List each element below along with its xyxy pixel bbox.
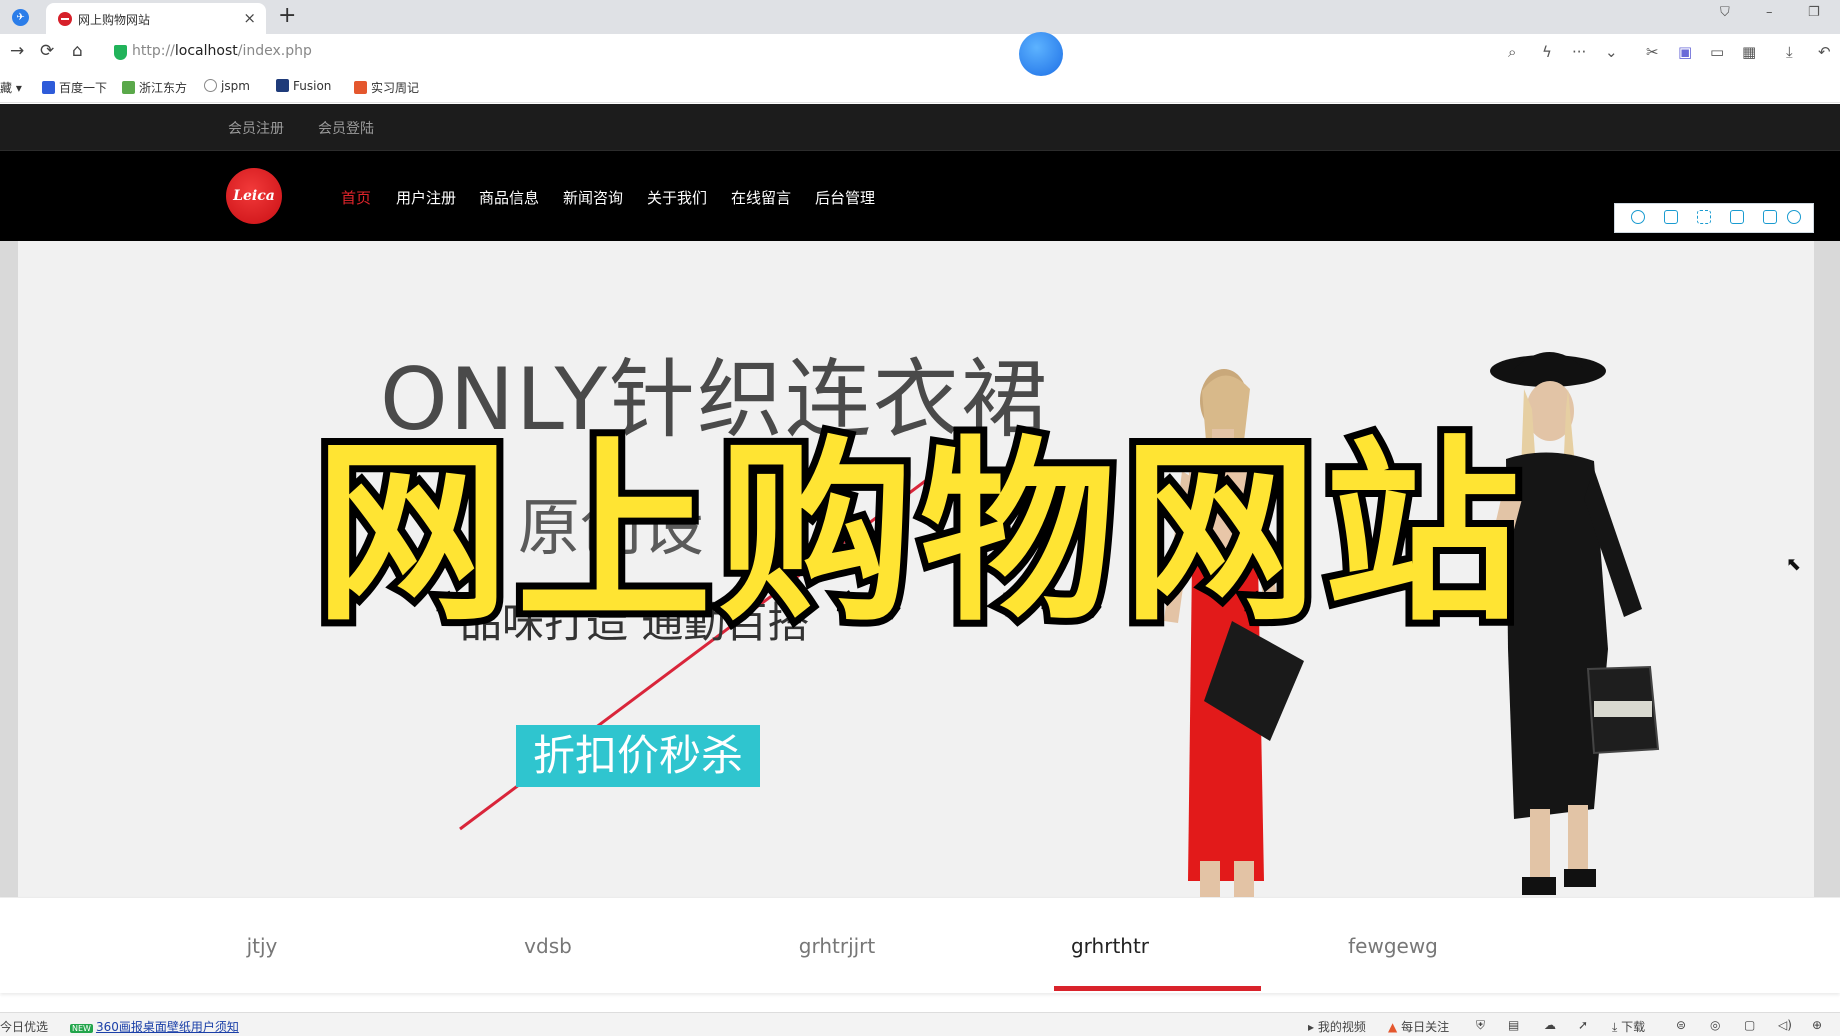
minimize-icon[interactable]: – (1766, 5, 1773, 20)
bookmark-item[interactable]: Fusion (276, 79, 331, 93)
bookmark-item[interactable]: jspm (204, 79, 250, 93)
nav-admin[interactable]: 后台管理 (815, 187, 875, 208)
status-notice[interactable]: NEW 360画报桌面壁纸用户须知 (70, 1018, 239, 1035)
bookmark-label: jspm (221, 79, 250, 93)
undo-icon[interactable]: ↶ (1818, 43, 1831, 61)
floating-assistant-ball[interactable] (1019, 32, 1063, 76)
home-icon[interactable]: ⌂ (72, 41, 83, 61)
capture-icon[interactable] (1631, 210, 1645, 224)
status-item-label: 我的视频 (1317, 1020, 1366, 1034)
browser-tab-active[interactable]: 网上购物网站 × (46, 3, 266, 34)
nav-message[interactable]: 在线留言 (731, 187, 791, 208)
share-icon[interactable] (1763, 210, 1777, 224)
download-icon[interactable]: ⤓ (1786, 43, 1793, 61)
save-icon[interactable] (1730, 210, 1744, 224)
secure-shield-icon (114, 45, 127, 60)
cloud-icon[interactable]: ☁ (1544, 1018, 1556, 1032)
more-icon[interactable]: ··· (1572, 43, 1586, 61)
settings-gear-icon[interactable] (1787, 210, 1801, 224)
carousel-tab-active[interactable]: grhrthtr (1071, 934, 1149, 958)
status-my-videos[interactable]: ▸ 我的视频 (1308, 1018, 1366, 1035)
nav-about[interactable]: 关于我们 (647, 187, 707, 208)
bookmark-label: 浙江东方 (139, 81, 188, 95)
carousel-tab[interactable]: grhtrjjrt (799, 934, 875, 958)
nav-news[interactable]: 新闻咨询 (563, 187, 623, 208)
volume-icon[interactable]: ◁) (1778, 1018, 1792, 1032)
bookmark-item[interactable]: 藏 ▾ (0, 79, 22, 96)
notebook-icon (354, 81, 367, 94)
browser-tab-bar: ✈ 网上购物网站 × + ⛉ – ❐ (0, 0, 1840, 34)
status-daily-focus[interactable]: ▲ 每日关注 (1388, 1018, 1449, 1035)
nav-products[interactable]: 商品信息 (479, 187, 539, 208)
reload-icon[interactable]: ⟳ (40, 41, 54, 61)
flame-icon: ▲ (1388, 1020, 1398, 1034)
window-icon[interactable]: ▭ (1710, 43, 1724, 61)
bookmark-item[interactable]: 浙江东方 (122, 79, 187, 96)
grid-apps-icon[interactable]: ▦ (1742, 43, 1756, 61)
nav-user-register[interactable]: 用户注册 (396, 187, 456, 208)
site-top-bar: 会员注册 会员登陆 (0, 104, 1840, 151)
lightning-icon[interactable]: ϟ (1542, 43, 1552, 61)
scissors-icon[interactable]: ✂ (1646, 43, 1659, 61)
notice-link[interactable]: 360画报桌面壁纸用户须知 (96, 1020, 239, 1034)
bookmark-label: 藏 (0, 81, 13, 95)
member-login-link[interactable]: 会员登陆 (318, 118, 374, 138)
screenshot-mini-toolbar (1614, 203, 1814, 233)
url-path: /index.php (237, 43, 312, 59)
status-left-text[interactable]: 今日优选 (0, 1018, 48, 1035)
bookmark-image-icon (122, 81, 135, 94)
globe-icon (204, 79, 217, 92)
new-tab-button[interactable]: + (278, 3, 296, 28)
bookmark-label: Fusion (293, 79, 332, 93)
fusion-logo-icon (276, 79, 289, 92)
bookmark-label: 百度一下 (59, 81, 108, 95)
mouse-cursor-icon: ⬉ (1786, 554, 1802, 575)
new-badge: NEW (70, 1024, 93, 1033)
url-host: localhost (174, 43, 238, 59)
bookmarks-bar: 藏 ▾ 百度一下 浙江东方 jspm Fusion 实习周记 (0, 70, 1840, 103)
bookmark-item[interactable]: 百度一下 (42, 79, 107, 96)
status-download[interactable]: ⤓ 下载 (1612, 1018, 1645, 1035)
url-input[interactable]: http://localhost/index.php (132, 43, 312, 59)
status-item-label: 每日关注 (1401, 1020, 1450, 1034)
url-prefix: http:// (132, 43, 175, 59)
zoom-icon[interactable]: ⌕ (1508, 43, 1516, 61)
tab-title: 网上购物网站 (78, 13, 151, 27)
promo-flash-sale-badge[interactable]: 折扣价秒杀 (516, 725, 760, 787)
carousel-active-indicator (1054, 986, 1261, 991)
member-register-link[interactable]: 会员注册 (228, 118, 284, 138)
chevron-down-icon[interactable]: ⌄ (1605, 43, 1618, 61)
address-bar-row: → ⟳ ⌂ http://localhost/index.php ⌕ ϟ ···… (0, 34, 1840, 70)
site-logo[interactable]: Leica (226, 168, 282, 224)
expand-icon[interactable] (1697, 210, 1711, 224)
back-arrow-icon[interactable]: → (10, 41, 24, 61)
hero-banner[interactable]: ONLY针织连衣裙 原创设 品味打造 通勤百搭 折扣价秒杀 网上购物网站 (0, 241, 1840, 897)
tab-close-icon[interactable]: × (243, 9, 256, 27)
browser-icon[interactable]: ◎ (1710, 1018, 1720, 1032)
bookmark-label: 实习周记 (371, 81, 420, 95)
status-item-label: 下载 (1621, 1020, 1646, 1034)
tshirt-skin-icon[interactable]: ⛉ (1720, 5, 1730, 20)
site-favicon-icon (58, 12, 72, 26)
carousel-tab-strip: jtjy vdsb grhtrjjrt grhrthtr fewgewg (0, 897, 1840, 993)
bookmark-panel-icon[interactable]: ▣ (1678, 43, 1692, 61)
copy-icon[interactable] (1664, 210, 1678, 224)
rocket-icon[interactable]: ➚ (1578, 1018, 1588, 1032)
browser-app-icon[interactable]: ✈ (12, 9, 29, 26)
carousel-tab[interactable]: fewgewg (1348, 934, 1438, 958)
nav-home[interactable]: 首页 (341, 187, 371, 208)
shield-icon[interactable]: ⛨ (1476, 1018, 1485, 1033)
site-nav-bar: Leica 首页 用户注册 商品信息 新闻咨询 关于我们 在线留言 后台管理 (0, 151, 1840, 241)
browser-status-bar: 今日优选 NEW 360画报桌面壁纸用户须知 ▸ 我的视频 ▲ 每日关注 ⛨ ▤ … (0, 1012, 1840, 1036)
zoom-level-icon[interactable]: ⊕ (1812, 1018, 1822, 1032)
notes-icon[interactable]: ▤ (1508, 1018, 1519, 1032)
bookmark-item[interactable]: 实习周记 (354, 79, 419, 96)
carousel-tab[interactable]: jtjy (247, 934, 278, 958)
network-icon[interactable]: ⊜ (1676, 1018, 1686, 1032)
carousel-tab[interactable]: vdsb (524, 934, 572, 958)
baidu-paw-icon (42, 81, 55, 94)
video-overlay-title: 网上购物网站 (307, 413, 1527, 655)
window-mode-icon[interactable]: ▢ (1744, 1018, 1755, 1032)
restore-icon[interactable]: ❐ (1808, 5, 1820, 20)
